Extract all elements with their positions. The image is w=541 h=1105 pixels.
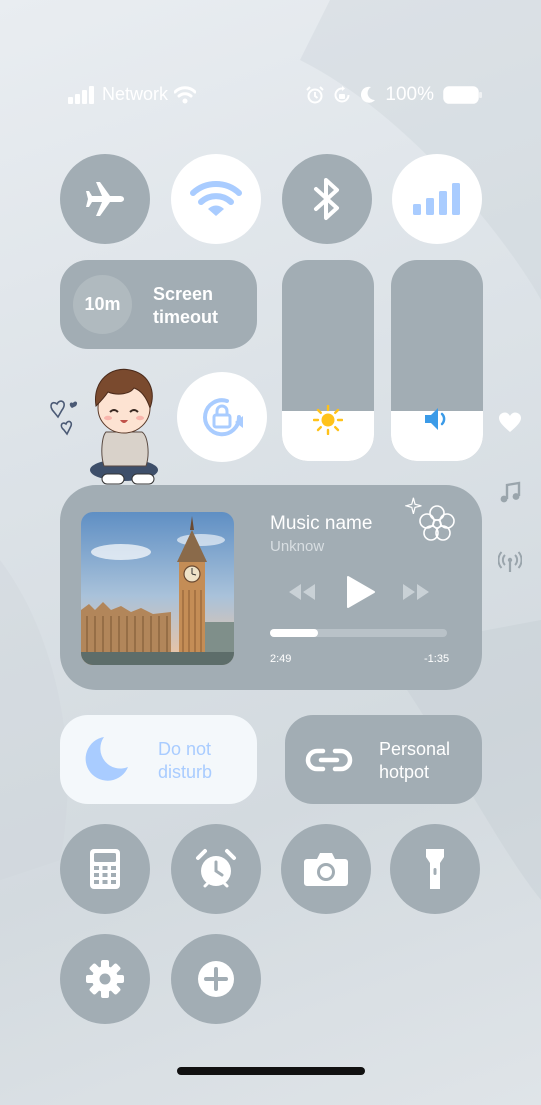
media-artist: Unknow xyxy=(270,538,325,555)
calculator-icon xyxy=(90,849,120,889)
airplane-mode-toggle[interactable] xyxy=(60,154,150,244)
volume-slider[interactable] xyxy=(391,260,483,461)
timeout-value-circle: 10m xyxy=(73,275,132,334)
dnd-line2: disturb xyxy=(158,762,213,782)
status-bar: Network 100% xyxy=(0,82,541,110)
home-indicator[interactable] xyxy=(177,1067,365,1075)
brightness-slider[interactable] xyxy=(282,260,374,461)
camera-button[interactable] xyxy=(281,824,371,914)
add-button[interactable] xyxy=(171,934,261,1024)
screen-timeout-tile[interactable]: 10m Screen timeout xyxy=(60,260,257,349)
media-player-card: Music name Unknow 2:49 -1:35 xyxy=(60,485,482,690)
moon-icon xyxy=(361,86,376,103)
media-elapsed: 2:49 xyxy=(270,653,292,665)
calculator-button[interactable] xyxy=(60,824,150,914)
rotation-lock-icon xyxy=(334,86,350,103)
media-remaining: -1:35 xyxy=(424,653,450,665)
personal-hotspot-tile[interactable]: Personal hotpot xyxy=(285,715,482,804)
album-art[interactable] xyxy=(81,512,234,665)
signal-icon xyxy=(413,183,460,215)
camera-icon xyxy=(304,853,348,886)
hotspot-line1: Personal xyxy=(379,739,451,759)
screen-timeout-line2: timeout xyxy=(153,307,218,327)
broadcast-icon[interactable] xyxy=(498,550,522,574)
bluetooth-icon xyxy=(314,178,339,220)
gear-icon xyxy=(86,960,124,998)
cellular-toggle[interactable] xyxy=(392,154,482,244)
alarm-clock-icon xyxy=(196,849,236,888)
moon-icon xyxy=(85,737,128,781)
flashlight-button[interactable] xyxy=(390,824,480,914)
wifi-icon xyxy=(190,181,242,216)
flower-doodle xyxy=(405,497,455,541)
wifi-icon xyxy=(174,85,197,103)
timeout-value: 10m xyxy=(84,294,121,314)
network-label: Network xyxy=(102,84,169,104)
media-progress-fill xyxy=(270,629,318,637)
hotspot-line2: hotpot xyxy=(379,762,430,782)
wifi-toggle[interactable] xyxy=(171,154,261,244)
fast-forward-icon[interactable] xyxy=(401,582,431,602)
link-icon xyxy=(305,748,353,772)
sun-icon xyxy=(313,405,343,435)
alarm-button[interactable] xyxy=(171,824,261,914)
speaker-icon xyxy=(425,408,446,430)
airplane-icon xyxy=(86,182,124,216)
alarm-icon xyxy=(306,86,325,104)
music-note-icon[interactable] xyxy=(498,481,522,505)
plus-icon xyxy=(198,961,234,997)
screen-timeout-line1: Screen xyxy=(153,284,214,304)
rotation-lock-toggle[interactable] xyxy=(177,372,267,462)
flashlight-icon xyxy=(426,849,444,889)
media-title: Music name xyxy=(270,513,373,534)
heart-icon[interactable] xyxy=(498,411,522,435)
chibi-boy-sticker xyxy=(50,368,158,485)
rewind-icon[interactable] xyxy=(287,582,317,602)
bluetooth-toggle[interactable] xyxy=(282,154,372,244)
hotspot-label: Personal hotpot xyxy=(379,738,450,784)
dnd-label: Do not disturb xyxy=(158,738,212,784)
battery-percent: 100% xyxy=(385,84,434,105)
play-icon[interactable] xyxy=(346,575,376,609)
rotation-lock-icon xyxy=(203,398,243,437)
do-not-disturb-tile[interactable]: Do not disturb xyxy=(60,715,257,804)
settings-button[interactable] xyxy=(60,934,150,1024)
battery-icon xyxy=(443,86,482,104)
signal-icon xyxy=(68,85,94,104)
dnd-line1: Do not xyxy=(158,739,212,759)
screen-timeout-label: Screen timeout xyxy=(153,283,218,329)
status-right: 100% xyxy=(306,84,483,106)
media-progress-track[interactable] xyxy=(270,629,447,637)
status-left: Network xyxy=(68,84,197,105)
